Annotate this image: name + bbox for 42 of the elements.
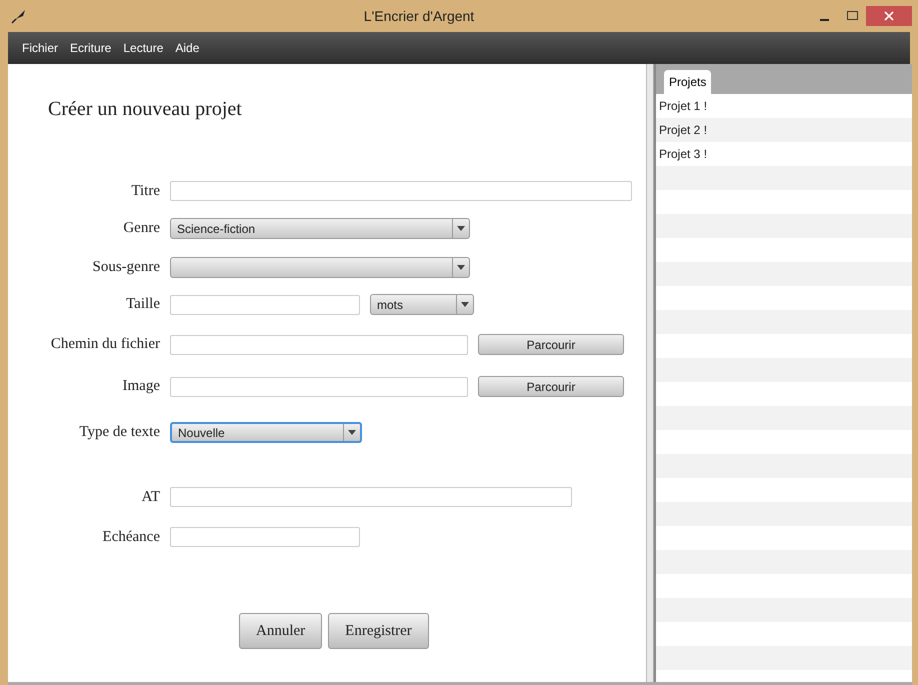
input-field[interactable] [170, 334, 468, 354]
menu-item[interactable]: Lecture [117, 41, 170, 55]
field-label: AT [140, 488, 160, 506]
window-title: L'Encrier d'Argent [362, 8, 476, 24]
menu-item[interactable]: Ecriture [64, 41, 118, 55]
list-item[interactable]: Projet 1 ! [656, 94, 912, 118]
splitter[interactable] [647, 64, 654, 682]
maximize-icon [846, 10, 858, 20]
menu-item[interactable]: Aide [169, 41, 206, 55]
action-button[interactable]: Enregistrer [328, 613, 429, 649]
tab[interactable]: Projets [664, 70, 712, 94]
close-icon [884, 10, 894, 20]
field-label: Genre [122, 220, 160, 237]
field-label: Taille [125, 296, 160, 313]
input-field[interactable] [170, 487, 572, 507]
caret-icon [461, 302, 469, 307]
menu-item[interactable]: Fichier [16, 41, 64, 55]
dropdown[interactable]: Nouvelle [170, 422, 362, 443]
dropdown[interactable]: mots [370, 294, 474, 315]
input-field[interactable] [170, 181, 632, 201]
minimize-icon [820, 18, 828, 20]
dropdown[interactable] [170, 257, 470, 278]
dropdown[interactable]: Science-fiction [170, 218, 470, 239]
caret-icon [348, 430, 356, 435]
field-label: Sous-genre [92, 259, 160, 276]
form-title: Créer un nouveau projet [48, 98, 243, 121]
browse-button[interactable]: Parcourir [478, 376, 624, 397]
input-field[interactable] [170, 527, 360, 547]
field-label: Titre [130, 182, 160, 200]
field-label: Type de texte [78, 424, 160, 441]
field-label: Echéance [102, 528, 160, 546]
action-button[interactable]: Annuler [239, 613, 322, 649]
input-field[interactable] [170, 294, 360, 314]
list-item[interactable]: Projet 2 ! [656, 118, 912, 142]
browse-button[interactable]: Parcourir [478, 334, 624, 355]
field-label: Chemin du fichier [50, 336, 160, 353]
field-label: Image [122, 378, 160, 395]
input-field[interactable] [170, 376, 468, 396]
caret-icon [457, 265, 465, 270]
close-button[interactable] [866, 6, 912, 26]
caret-icon [457, 226, 465, 231]
list-item[interactable]: Projet 3 ! [656, 142, 912, 166]
